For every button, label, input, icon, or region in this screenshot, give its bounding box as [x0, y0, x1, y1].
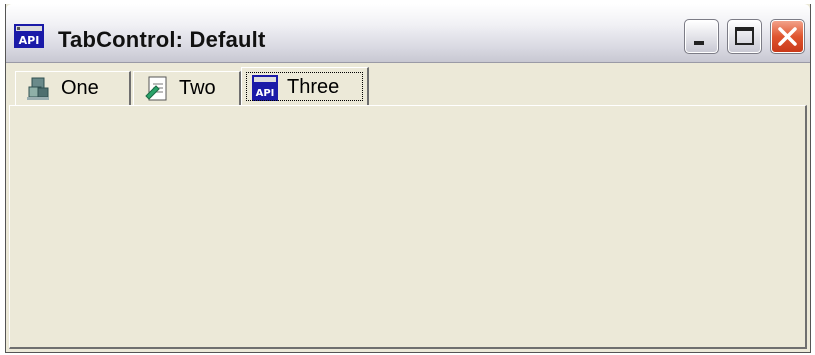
minimize-icon	[694, 41, 704, 45]
tab-strip: One Two API Three	[9, 67, 809, 107]
main-window: API TabControl: Default One Two API Thre…	[5, 4, 811, 353]
api-icon[interactable]: API	[14, 24, 44, 48]
title-bar[interactable]: API TabControl: Default	[6, 4, 810, 63]
minimize-button[interactable]	[684, 19, 719, 54]
tab-label-two: Two	[179, 77, 216, 99]
window-title: TabControl: Default	[58, 27, 266, 52]
maximize-icon	[735, 27, 754, 45]
network-icon	[27, 77, 49, 100]
close-button[interactable]	[770, 19, 805, 54]
tab-three[interactable]: API Three	[241, 67, 369, 107]
focus-rectangle	[246, 72, 363, 101]
tab-content-panel	[9, 105, 807, 349]
close-icon	[778, 27, 797, 46]
tab-one[interactable]: One	[15, 71, 131, 105]
document-icon	[145, 76, 167, 100]
tab-two[interactable]: Two	[133, 71, 241, 105]
svg-text:API: API	[19, 34, 40, 47]
tab-label-one: One	[61, 77, 99, 99]
maximize-button[interactable]	[727, 19, 762, 54]
